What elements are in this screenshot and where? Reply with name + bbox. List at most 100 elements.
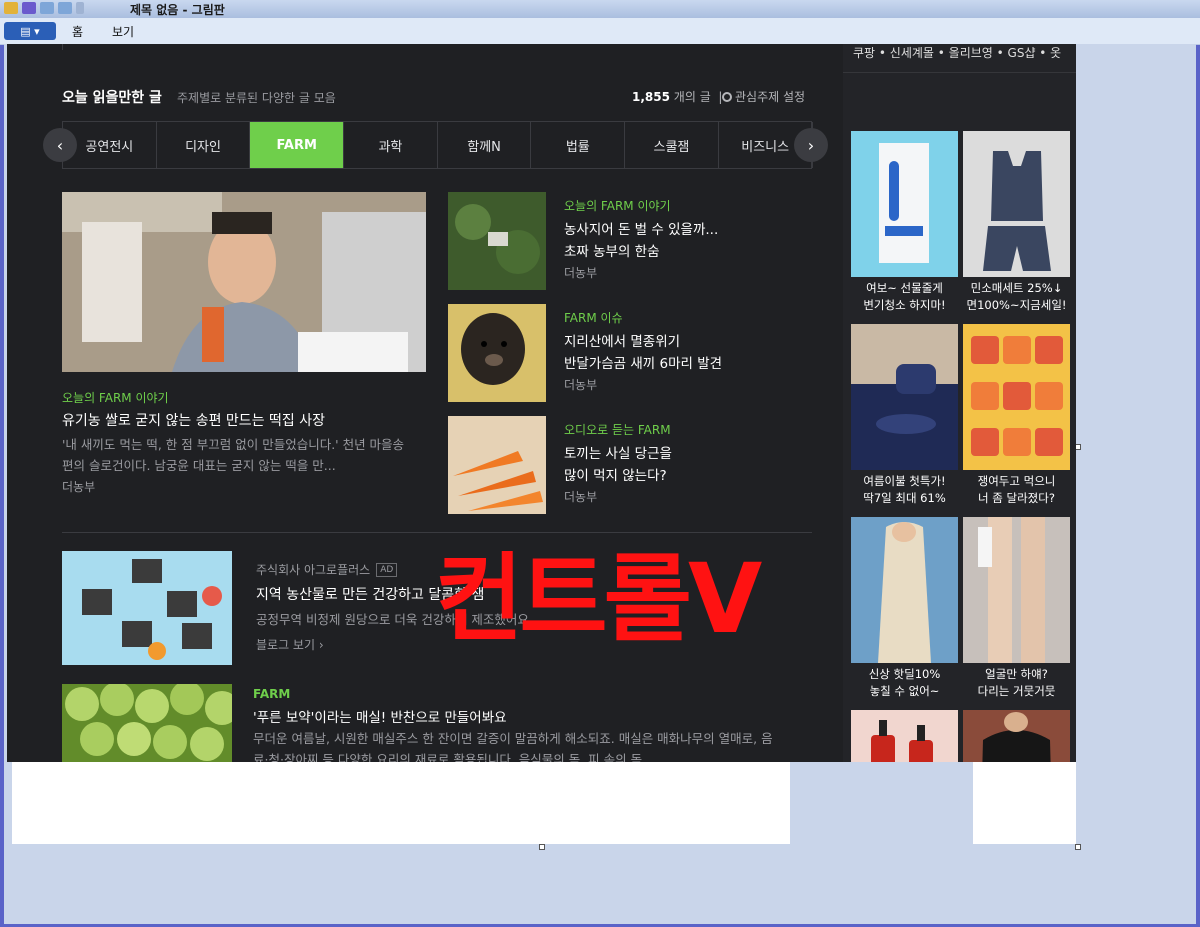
ad-line1: 여보~ 선물줄게 bbox=[866, 281, 943, 295]
body-lotion-product bbox=[963, 517, 1070, 663]
serum-bottles-product bbox=[851, 710, 958, 762]
ad-company: 주식회사 아그로플러스 AD bbox=[256, 561, 398, 578]
ad-column-divider bbox=[843, 72, 1076, 73]
tab-category-4[interactable]: 함께N bbox=[438, 122, 532, 168]
paint-app-icon[interactable] bbox=[4, 2, 18, 14]
tab-view[interactable]: 보기 bbox=[112, 23, 134, 40]
tab-category-6[interactable]: 스쿨잼 bbox=[625, 122, 719, 168]
knit-dress-product bbox=[851, 517, 958, 663]
tab-category-5[interactable]: 법률 bbox=[531, 122, 626, 168]
shopping-ad[interactable] bbox=[963, 710, 1070, 762]
overlay-red-text: 컨트롤V bbox=[435, 543, 762, 655]
ad-line1: 쟁여두고 먹으니 bbox=[977, 474, 1056, 488]
undo-icon[interactable] bbox=[40, 2, 54, 14]
title-bar: 제목 없음 - 그림판 bbox=[0, 0, 1200, 18]
resize-handle-bottom[interactable] bbox=[539, 844, 545, 850]
shopping-ad[interactable]: 민소매세트 25%↓ 면100%~지금세일! bbox=[963, 131, 1070, 314]
shopping-ad[interactable]: 여름이불 첫특가! 딱7일 최대 61% bbox=[851, 324, 958, 507]
news-content-panel: 오늘 읽을만한 글 주제별로 분류된 다양한 글 모음 1,855 개의 글 |… bbox=[7, 44, 843, 762]
ad-line1: 신상 핫딜10% bbox=[868, 667, 941, 681]
side-article-source: 더농부 bbox=[564, 378, 598, 392]
side-article-title-line1: 농사지어 돈 벌 수 있을까... bbox=[564, 222, 719, 238]
bedding-product bbox=[851, 324, 958, 470]
side-article-title-line1: 지리산에서 멸종위기 bbox=[564, 334, 681, 350]
shopping-ad[interactable]: 신상 핫딜10% 놓칠 수 없어~ bbox=[851, 517, 958, 700]
interest-settings-button[interactable]: 관심주제 설정 bbox=[722, 88, 805, 105]
ad-company-name: 주식회사 아그로플러스 bbox=[256, 563, 371, 577]
side-article-label: 오늘의 FARM 이야기 bbox=[564, 199, 671, 213]
side-article-title-line2: 초짜 농부의 한숨 bbox=[564, 244, 660, 260]
shopping-links[interactable]: 쿠팡 • 신세계몰 • 올리브영 • GS샵 • 옷 bbox=[853, 44, 1061, 61]
tab-category-1[interactable]: 디자인 bbox=[157, 122, 251, 168]
bear-cub-thumbnail bbox=[448, 304, 546, 402]
side-article-source: 더농부 bbox=[564, 266, 598, 280]
canvas-area[interactable] bbox=[12, 762, 790, 844]
article-count-suffix: 개의 글 bbox=[673, 90, 711, 104]
ad-line1: 민소매세트 25%↓ bbox=[970, 281, 1063, 295]
tab-category-0[interactable]: 공연전시 bbox=[63, 122, 157, 168]
ad-line1: 얼굴만 하얘? bbox=[985, 667, 1048, 681]
list-item[interactable]: 오늘의 FARM 이야기 농사지어 돈 벌 수 있을까... 초짜 농부의 한숨… bbox=[448, 192, 818, 290]
carrot-thumbnail bbox=[448, 416, 546, 514]
gear-icon bbox=[722, 91, 732, 102]
list-item[interactable]: 오디오로 듣는 FARM 토끼는 사실 당근을 많이 먹지 않는다? 더농부 bbox=[448, 416, 818, 514]
ad-line1: 여름이불 첫특가! bbox=[863, 474, 946, 488]
blog-link[interactable]: 블로그 보기 › bbox=[256, 636, 324, 653]
ribbon-tab-bar: ▤ ▾ 홈 보기 bbox=[0, 18, 1200, 45]
section-divider bbox=[62, 532, 812, 533]
tab-category-3[interactable]: 과학 bbox=[344, 122, 438, 168]
feature-photo[interactable] bbox=[62, 192, 426, 372]
person-photo-illustration bbox=[62, 192, 426, 372]
shopping-ad[interactable]: 여보~ 선물줄게 변기청소 하지마! bbox=[851, 131, 958, 314]
ad-badge: AD bbox=[376, 562, 398, 577]
side-article-title-line2: 많이 먹지 않는다? bbox=[564, 468, 667, 484]
vegetable-box-thumbnail bbox=[448, 192, 546, 290]
meal-box-product bbox=[963, 324, 1070, 470]
top-strip bbox=[62, 44, 813, 50]
shopping-ad[interactable]: 쟁여두고 먹으니 너 좀 달라졌다? bbox=[963, 324, 1070, 507]
quick-access-toolbar bbox=[4, 2, 84, 14]
plum-photo[interactable] bbox=[62, 684, 232, 762]
customize-toolbar-icon[interactable] bbox=[76, 2, 84, 14]
save-icon[interactable] bbox=[22, 2, 36, 14]
side-article-title-line1: 토끼는 사실 당근을 bbox=[564, 446, 672, 462]
category-tabs: 공연전시 디자인 FARM 과학 함께N 법률 스쿨잼 비즈니스 bbox=[62, 121, 813, 169]
article-count-number: 1,855 bbox=[632, 90, 670, 104]
shopping-ad[interactable] bbox=[851, 710, 958, 762]
side-article-label: FARM 이슈 bbox=[564, 311, 623, 325]
side-article-source: 더농부 bbox=[564, 490, 598, 504]
chevron-left-icon[interactable]: ‹ bbox=[43, 128, 77, 162]
window-title: 제목 없음 - 그림판 bbox=[130, 3, 225, 17]
section-title: 오늘 읽을만한 글 bbox=[62, 90, 162, 106]
sleeveless-set-product bbox=[963, 131, 1070, 277]
feature-title[interactable]: 유기농 쌀로 굳지 않는 송편 만드는 떡집 사장 bbox=[62, 410, 325, 430]
resize-handle-corner[interactable] bbox=[1075, 844, 1081, 850]
feature-desc: '내 새끼도 먹는 떡, 한 점 부끄럼 없이 만들었습니다.' 천년 마을송편… bbox=[62, 437, 405, 473]
shopping-ad[interactable]: 얼굴만 하얘? 다리는 거뭇거뭇 bbox=[963, 517, 1070, 700]
article-title[interactable]: '푸른 보약'이라는 매실! 반찬으로 만들어봐요 bbox=[253, 706, 507, 726]
ad-column: 쿠팡 • 신세계몰 • 올리브영 • GS샵 • 옷 여보~ 선물줄게 변기청소… bbox=[843, 44, 1076, 762]
tab-category-2[interactable]: FARM bbox=[250, 122, 345, 168]
file-menu-button[interactable]: ▤ ▾ bbox=[4, 22, 56, 40]
canvas-area-right[interactable] bbox=[973, 762, 1076, 844]
article-desc: 무더운 여름날, 시원한 매실주스 한 잔이면 갈증이 말끔하게 해소되죠. 매… bbox=[253, 731, 773, 762]
ad-line2: 면100%~지금세일! bbox=[966, 298, 1067, 312]
side-article-title-line2: 반달가슴곰 새끼 6마리 발견 bbox=[564, 356, 723, 372]
ad-line2: 놓칠 수 없어~ bbox=[869, 684, 940, 698]
pasted-image[interactable]: 오늘 읽을만한 글 주제별로 분류된 다양한 글 모음 1,855 개의 글 |… bbox=[7, 44, 1076, 762]
chevron-right-icon[interactable]: › bbox=[794, 128, 828, 162]
ad-line2: 변기청소 하지마! bbox=[863, 298, 946, 312]
interest-settings-label: 관심주제 설정 bbox=[735, 90, 806, 104]
feature-source: 더농부 bbox=[62, 480, 96, 494]
fashion-product bbox=[963, 710, 1070, 762]
ad-line2: 너 좀 달라졌다? bbox=[978, 491, 1055, 505]
ad-line2: 다리는 거뭇거뭇 bbox=[977, 684, 1056, 698]
tab-home[interactable]: 홈 bbox=[72, 23, 83, 40]
side-article-label: 오디오로 듣는 FARM bbox=[564, 423, 671, 437]
article-label: FARM bbox=[253, 687, 291, 701]
list-item[interactable]: FARM 이슈 지리산에서 멸종위기 반달가슴곰 새끼 6마리 발견 더농부 bbox=[448, 304, 818, 402]
ad-line2: 딱7일 최대 61% bbox=[863, 491, 946, 505]
jam-jars-photo[interactable] bbox=[62, 551, 232, 665]
feature-label: 오늘의 FARM 이야기 bbox=[62, 391, 169, 405]
redo-icon[interactable] bbox=[58, 2, 72, 14]
